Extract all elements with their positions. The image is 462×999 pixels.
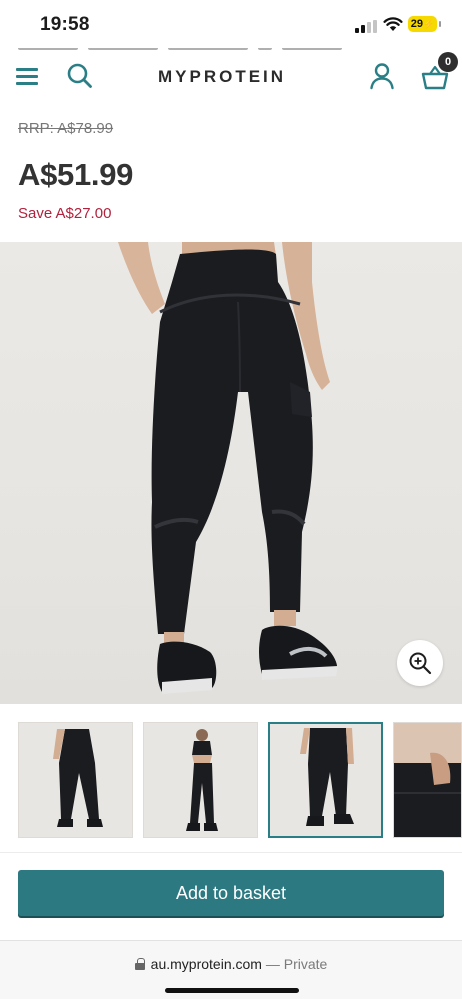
section-divider	[0, 852, 462, 853]
thumbnail-image[interactable]	[143, 722, 258, 838]
battery-level: 29	[410, 18, 424, 30]
account-icon[interactable]	[369, 62, 395, 90]
status-bar: 19:58 29⚡	[0, 0, 462, 48]
url-domain: au.myprotein.com	[150, 956, 262, 972]
wifi-icon	[383, 17, 403, 31]
thumbnail-image-selected[interactable]	[268, 722, 383, 838]
rrp-price: RRP: A$78.99	[18, 120, 114, 137]
basket-count-badge: 0	[438, 52, 458, 72]
main-product-image[interactable]	[0, 242, 462, 704]
private-mode-label: Private	[283, 956, 328, 972]
zoom-button[interactable]	[397, 640, 443, 686]
search-icon[interactable]	[66, 62, 94, 90]
url-separator: —	[261, 956, 284, 972]
thumbnail-image[interactable]	[18, 722, 133, 838]
lock-icon	[134, 958, 145, 970]
browser-address-bar[interactable]: au.myprotein.com — Private	[0, 940, 462, 999]
hamburger-menu-icon	[16, 68, 38, 71]
home-indicator[interactable]	[165, 988, 299, 993]
zoom-in-icon	[409, 652, 432, 675]
brand-logo[interactable]: MYPROTEIN	[158, 67, 286, 87]
savings-text: Save A$27.00	[18, 205, 112, 222]
thumbnail-image[interactable]	[393, 722, 462, 838]
leggings-model-illustration	[118, 242, 338, 694]
scrolled-title-remnant	[18, 48, 438, 52]
menu-button[interactable]	[16, 68, 38, 86]
url-display[interactable]: au.myprotein.com — Private	[0, 956, 462, 972]
status-time: 19:58	[40, 14, 90, 35]
current-price: A$51.99	[18, 157, 134, 192]
cellular-signal-icon	[355, 20, 377, 33]
site-header: MYPROTEIN 0	[0, 48, 462, 106]
thumbnail-carousel[interactable]	[0, 720, 462, 840]
add-to-basket-button[interactable]: Add to basket	[18, 870, 444, 916]
battery-indicator: 29⚡	[408, 16, 441, 32]
